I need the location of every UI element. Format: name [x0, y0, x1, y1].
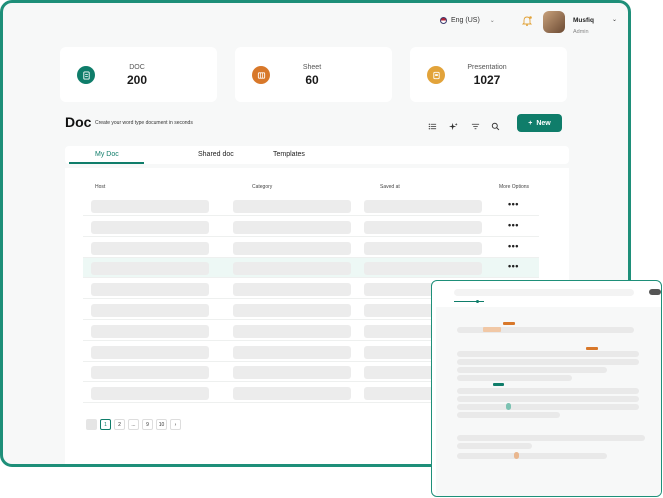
host-cell-placeholder — [91, 200, 209, 213]
category-cell-placeholder — [233, 241, 351, 255]
stat-label: Presentation — [467, 64, 507, 71]
top-bar: Eng (US) ⌄ Musfiq Admin ⌄ — [3, 3, 628, 43]
page-button[interactable]: 2 — [114, 419, 125, 430]
next-page-button[interactable]: › — [170, 419, 181, 430]
document-page — [436, 307, 661, 496]
tab-bar: My Doc Shared doc Templates — [65, 146, 569, 164]
table-row[interactable]: ••• — [83, 196, 539, 216]
us-flag-icon — [440, 17, 447, 24]
host-cell-placeholder — [91, 387, 209, 401]
avatar[interactable] — [543, 11, 565, 33]
editor-preview-window — [431, 280, 662, 497]
saved-at-cell-placeholder — [364, 241, 482, 255]
new-button[interactable]: + New — [517, 114, 562, 132]
filter-icon[interactable] — [470, 121, 480, 131]
editor-zoom-slider[interactable] — [454, 301, 484, 302]
category-cell-placeholder — [233, 387, 351, 401]
page-subtitle: Create your word type document in second… — [95, 120, 193, 126]
host-cell-placeholder — [91, 241, 209, 255]
category-cell-placeholder — [233, 324, 351, 338]
user-role: Admin — [573, 29, 589, 35]
more-options-icon[interactable]: ••• — [508, 220, 519, 230]
tab-templates[interactable]: Templates — [273, 151, 305, 158]
search-icon[interactable] — [490, 121, 500, 131]
page-ellipsis: ... — [128, 419, 139, 430]
new-button-label: New — [536, 119, 551, 127]
host-cell-placeholder — [91, 220, 209, 234]
host-cell-placeholder — [91, 283, 209, 297]
column-header-host: Host — [95, 184, 106, 190]
previous-page-button[interactable] — [86, 419, 97, 430]
language-label: Eng (US) — [451, 17, 480, 24]
stat-label: Sheet — [302, 64, 322, 71]
page-button[interactable]: 10 — [156, 419, 167, 430]
pagination: 1 2 ... 9 10 › — [86, 419, 181, 430]
stat-value: 60 — [305, 73, 319, 87]
stat-card-doc[interactable]: DOC 200 — [60, 47, 217, 102]
page-title: Doc — [65, 114, 92, 130]
host-cell-placeholder — [91, 262, 209, 276]
bell-icon[interactable] — [521, 15, 533, 27]
host-cell-placeholder — [91, 304, 209, 317]
column-header-more-options: More Options — [499, 184, 530, 190]
column-header-saved-at: Saved at — [380, 184, 400, 190]
user-name: Musfiq — [573, 17, 594, 24]
language-selector[interactable]: Eng (US) ⌄ — [440, 17, 495, 24]
table-row[interactable]: ••• — [83, 217, 539, 237]
plus-icon: + — [528, 119, 533, 127]
editor-toolbar — [454, 289, 634, 296]
more-options-icon[interactable]: ••• — [508, 241, 519, 251]
category-cell-placeholder — [233, 262, 351, 276]
host-cell-placeholder — [91, 324, 209, 338]
saved-at-cell-placeholder — [364, 220, 482, 234]
tab-shared-doc[interactable]: Shared doc — [198, 151, 234, 158]
table-row[interactable]: ••• — [83, 258, 539, 279]
stat-card-sheet[interactable]: Sheet 60 — [235, 47, 392, 102]
stat-label: DOC — [129, 64, 145, 71]
category-cell-placeholder — [233, 283, 351, 297]
category-cell-placeholder — [233, 200, 351, 213]
saved-at-cell-placeholder — [364, 262, 482, 276]
stat-value: 200 — [126, 73, 148, 87]
table-row[interactable]: ••• — [83, 238, 539, 258]
stat-card-presentation[interactable]: Presentation 1027 — [410, 47, 567, 102]
category-cell-placeholder — [233, 220, 351, 234]
document-icon — [77, 66, 95, 84]
host-cell-placeholder — [91, 366, 209, 380]
tab-my-doc[interactable]: My Doc — [95, 151, 119, 158]
page-button[interactable]: 9 — [142, 419, 153, 430]
sparkle-icon[interactable] — [448, 121, 458, 131]
list-view-icon[interactable] — [427, 121, 437, 131]
more-options-icon[interactable]: ••• — [508, 261, 519, 271]
more-options-icon[interactable]: ••• — [508, 199, 519, 209]
sheet-icon — [252, 66, 270, 84]
active-tab-indicator — [69, 162, 144, 164]
stat-value: 1027 — [473, 73, 501, 87]
page-button[interactable]: 1 — [100, 419, 111, 430]
column-header-category: Category — [252, 184, 273, 190]
editor-zoom-handle[interactable] — [476, 300, 479, 303]
host-cell-placeholder — [91, 345, 209, 359]
chevron-down-icon: ⌄ — [489, 18, 495, 24]
presentation-icon — [427, 66, 445, 84]
collaborator-avatars — [649, 289, 661, 295]
user-menu-chevron-icon[interactable]: ⌄ — [612, 16, 617, 23]
category-cell-placeholder — [233, 366, 351, 380]
category-cell-placeholder — [233, 345, 351, 359]
category-cell-placeholder — [233, 304, 351, 317]
saved-at-cell-placeholder — [364, 200, 482, 213]
